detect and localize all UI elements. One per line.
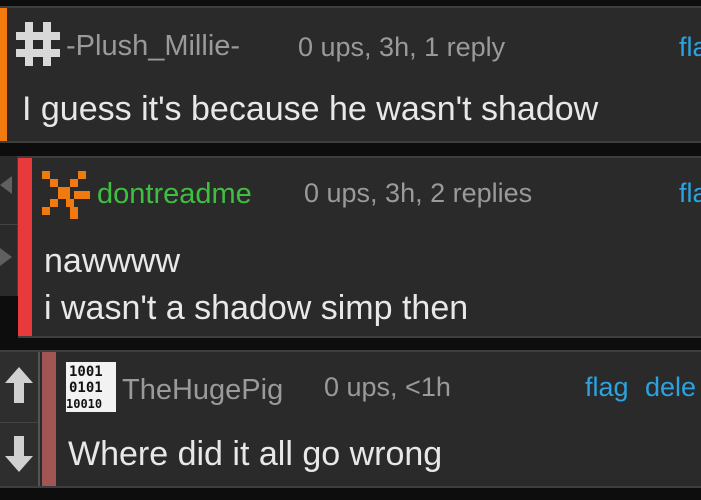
comment-body-line: nawwww bbox=[44, 242, 181, 280]
comment-body: I guess it's because he wasn't shadow bbox=[22, 90, 599, 128]
flag-link[interactable]: flag bbox=[585, 372, 629, 403]
downvote-button[interactable] bbox=[0, 422, 38, 484]
comment: -Plush_Millie- 0 ups, 3h, 1 reply fla I … bbox=[0, 6, 701, 143]
flag-link[interactable]: fla bbox=[679, 32, 701, 63]
delete-link[interactable]: dele bbox=[645, 372, 696, 403]
comment-meta: 0 ups, <1h bbox=[324, 372, 451, 402]
comment-depth-stripe bbox=[42, 352, 56, 486]
comment-thread: -Plush_Millie- 0 ups, 3h, 1 reply fla I … bbox=[0, 0, 701, 500]
binary-icon[interactable]: 1001 0101 10010 bbox=[66, 362, 116, 412]
comment-username[interactable]: TheHugePig bbox=[122, 374, 283, 407]
downvote-arrow-icon bbox=[5, 435, 33, 472]
comment: 1001 0101 10010 TheHugePig 0 ups, <1h fl… bbox=[0, 350, 701, 488]
flag-link[interactable]: fla bbox=[679, 178, 701, 209]
hash-icon[interactable] bbox=[14, 20, 62, 68]
comment-depth-stripe bbox=[0, 8, 7, 141]
binary-avatar-line: 1001 bbox=[69, 364, 103, 380]
comment-body: nawwww i wasn't a shadow simp then bbox=[44, 238, 468, 332]
comment-meta: 0 ups, 3h, 1 reply bbox=[298, 32, 506, 62]
upvote-arrow-icon bbox=[5, 367, 33, 403]
comment-meta: 0 ups, 3h, 2 replies bbox=[304, 178, 533, 208]
comment-username[interactable]: dontreadme bbox=[97, 178, 252, 211]
comment-depth-stripe bbox=[18, 158, 32, 336]
binary-avatar-line: 0101 bbox=[69, 380, 103, 396]
binary-avatar-line: 10010 bbox=[66, 397, 102, 411]
vote-column bbox=[0, 352, 40, 486]
vote-column bbox=[0, 156, 18, 296]
upvote-button[interactable] bbox=[0, 354, 38, 416]
comment: dontreadme 0 ups, 3h, 2 replies fla naww… bbox=[18, 156, 701, 338]
vote-divider bbox=[0, 224, 18, 225]
pixel-swirl-icon[interactable] bbox=[38, 170, 90, 220]
upvote-arrow-icon[interactable] bbox=[0, 176, 12, 194]
comment-body-line: i wasn't a shadow simp then bbox=[44, 289, 469, 327]
comment-body: Where did it all go wrong bbox=[68, 435, 443, 473]
downvote-arrow-icon[interactable] bbox=[0, 248, 12, 266]
comment-username[interactable]: -Plush_Millie- bbox=[66, 30, 240, 63]
